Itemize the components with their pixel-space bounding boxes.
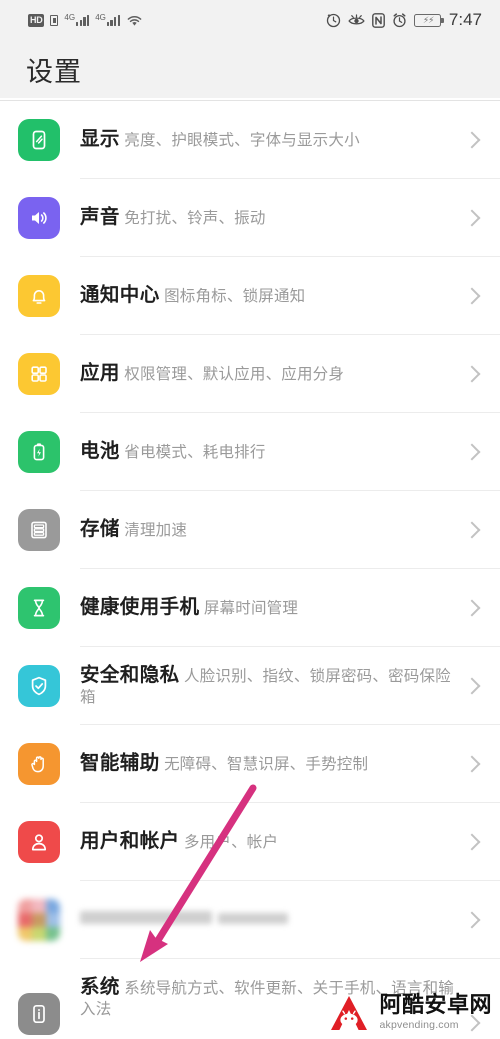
- phone-screen: HD 4G 4G ⚡⚡ 7:47 设置 显示 亮度、护眼模式、字体与显示大小 声…: [0, 0, 500, 1039]
- wifi-icon: [126, 14, 143, 27]
- apps-grid-icon: [18, 352, 60, 395]
- settings-row-title: 安全和隐私: [80, 663, 180, 686]
- watermark-text: 阿酷安卓网 akpvending.com: [379, 991, 492, 1031]
- hand-icon: [18, 742, 60, 785]
- settings-list: 显示 亮度、护眼模式、字体与显示大小 声音 免打扰、铃声、振动 通知中心 图标角…: [0, 98, 500, 1039]
- settings-row-subtitle: 多用户、帐户: [183, 834, 279, 852]
- settings-row-display[interactable]: 显示 亮度、护眼模式、字体与显示大小: [0, 101, 500, 178]
- settings-row-subtitle: 无障碍、智慧识屏、手势控制: [164, 756, 369, 774]
- settings-row-text: 用户和帐户 多用户、帐户: [80, 829, 460, 854]
- settings-row-digital-balance[interactable]: 健康使用手机 屏幕时间管理: [0, 569, 500, 646]
- settings-row-text: 应用 权限管理、默认应用、应用分身: [80, 361, 460, 386]
- settings-row-text: 电池 省电模式、耗电排行: [80, 439, 460, 464]
- settings-row-subtitle: 清理加速: [124, 522, 188, 540]
- settings-row-title: 通知中心: [80, 284, 160, 307]
- settings-row-text: 通知中心 图标角标、锁屏通知: [80, 283, 460, 308]
- settings-row-redacted[interactable]: [0, 881, 500, 958]
- eye-comfort-icon: [348, 13, 365, 27]
- chevron-right-icon: [463, 443, 481, 460]
- settings-row-subtitle: 省电模式、耗电排行: [124, 444, 266, 462]
- settings-row-security-privacy[interactable]: 安全和隐私 人脸识别、指纹、锁屏密码、密码保险箱: [0, 647, 500, 724]
- status-bar-left-icons: HD 4G 4G: [28, 13, 143, 27]
- user-account-icon: [18, 820, 60, 863]
- site-watermark: 阿酷安卓网 akpvending.com: [326, 989, 492, 1035]
- settings-row-title: 应用: [80, 362, 120, 385]
- settings-row-title: 系统: [80, 976, 120, 998]
- settings-row-title: 声音: [80, 206, 120, 229]
- battery-charging-icon: ⚡⚡: [413, 13, 444, 27]
- status-bar: HD 4G 4G ⚡⚡ 7:47: [0, 0, 500, 40]
- settings-row-users-accounts[interactable]: 用户和帐户 多用户、帐户: [0, 803, 500, 880]
- chevron-right-icon: [463, 131, 481, 148]
- settings-row-text: 存储 清理加速: [80, 517, 460, 542]
- storage-icon: [18, 508, 60, 551]
- settings-row-title: 用户和帐户: [80, 830, 180, 853]
- settings-row-title: 电池: [80, 440, 120, 463]
- settings-row-title: 显示: [80, 128, 120, 151]
- settings-row-title: 存储: [80, 518, 120, 541]
- settings-row-sound[interactable]: 声音 免打扰、铃声、振动: [0, 179, 500, 256]
- settings-row-subtitle: 图标角标、锁屏通知: [164, 288, 306, 306]
- hd-icon: HD: [28, 13, 45, 27]
- nfc-icon: [372, 12, 385, 28]
- settings-row-apps[interactable]: 应用 权限管理、默认应用、应用分身: [0, 335, 500, 412]
- settings-row-notifications[interactable]: 通知中心 图标角标、锁屏通知: [0, 257, 500, 334]
- settings-row-text: 智能辅助 无障碍、智慧识屏、手势控制: [80, 751, 460, 776]
- chevron-right-icon: [463, 521, 481, 538]
- settings-row-battery[interactable]: 电池 省电模式、耗电排行: [0, 413, 500, 490]
- chevron-right-icon: [463, 911, 481, 928]
- display-icon: [18, 118, 60, 161]
- page-title: 设置: [26, 56, 82, 87]
- settings-row-smart-assistance[interactable]: 智能辅助 无障碍、智慧识屏、手势控制: [0, 725, 500, 802]
- settings-row-subtitle: 权限管理、默认应用、应用分身: [124, 366, 345, 384]
- chevron-right-icon: [463, 833, 481, 850]
- chevron-right-icon: [463, 287, 481, 304]
- watermark-url: akpvending.com: [379, 1018, 459, 1031]
- settings-row-storage[interactable]: 存储 清理加速: [0, 491, 500, 568]
- settings-row-subtitle: 亮度、护眼模式、字体与显示大小: [124, 132, 360, 150]
- page-header: 设置: [0, 40, 500, 98]
- refresh-clock-icon: [326, 13, 341, 28]
- sim-icon: [50, 14, 59, 26]
- settings-row-text: 声音 免打扰、铃声、振动: [80, 205, 460, 230]
- status-bar-right-icons: ⚡⚡ 7:47: [326, 10, 482, 30]
- chevron-right-icon: [463, 365, 481, 382]
- shield-check-icon: [18, 664, 60, 707]
- status-bar-clock: 7:47: [448, 10, 482, 29]
- signal-icon-1: 4G: [64, 14, 90, 26]
- settings-row-title: 智能辅助: [80, 752, 160, 775]
- android-logo-icon: [326, 989, 372, 1035]
- settings-row-subtitle: 免打扰、铃声、振动: [124, 210, 266, 228]
- google-services-icon: [18, 898, 60, 941]
- battery-icon: [18, 430, 60, 473]
- settings-row-text: 显示 亮度、护眼模式、字体与显示大小: [80, 127, 460, 152]
- watermark-site-name: 阿酷安卓网: [379, 991, 492, 1017]
- alarm-icon: [392, 12, 407, 28]
- system-info-icon: [18, 993, 60, 1035]
- chevron-right-icon: [463, 599, 481, 616]
- settings-row-title: 健康使用手机: [80, 596, 200, 619]
- settings-row-subtitle: 屏幕时间管理: [203, 600, 299, 618]
- chevron-right-icon: [463, 209, 481, 226]
- chevron-right-icon: [463, 677, 481, 694]
- hourglass-icon: [18, 586, 60, 629]
- settings-row-text: 健康使用手机 屏幕时间管理: [80, 595, 460, 620]
- sound-icon: [18, 196, 60, 239]
- settings-row-text: [80, 910, 460, 929]
- settings-row-text: 安全和隐私 人脸识别、指纹、锁屏密码、密码保险箱: [80, 663, 460, 709]
- chevron-right-icon: [463, 755, 481, 772]
- bell-icon: [18, 274, 60, 317]
- redacted-subtitle-row: [80, 910, 288, 928]
- signal-icon-2: 4G: [95, 14, 120, 26]
